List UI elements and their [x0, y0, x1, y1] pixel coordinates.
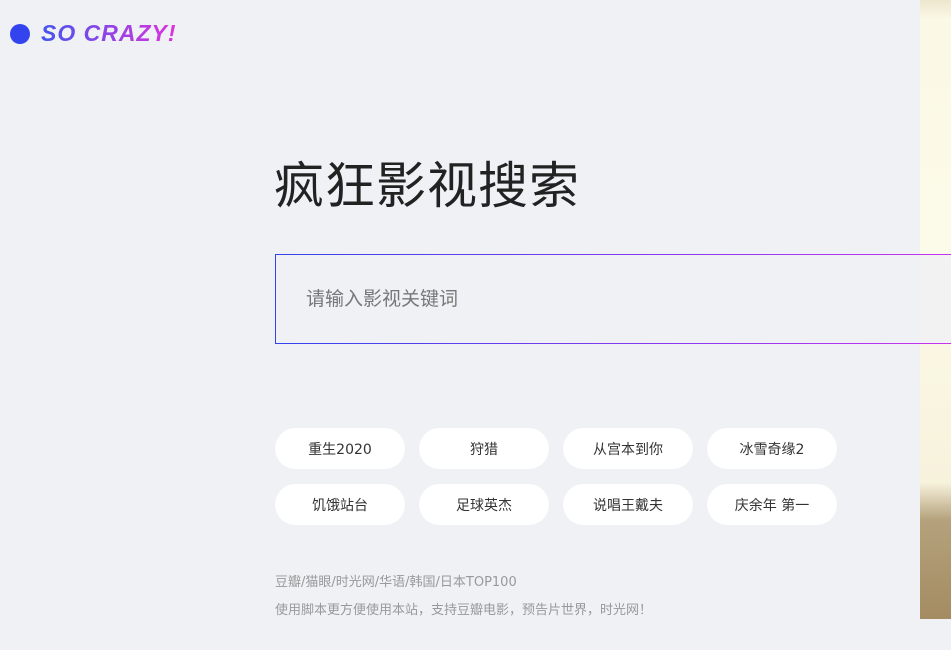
logo-text: SO CRAZY! [41, 20, 177, 46]
tag-button[interactable]: 从宫本到你 [563, 428, 693, 469]
tag-button[interactable]: 庆余年 第一 [707, 484, 837, 525]
tag-button[interactable]: 足球英杰 [419, 484, 549, 525]
sources-text: 豆瓣/猫眼/时光网/华语/韩国/日本TOP100 [275, 575, 517, 590]
hot-tags: 重生2020 狩猎 从宫本到你 冰雪奇缘2 饥饿站台 足球英杰 说唱王戴夫 庆余… [275, 428, 837, 525]
tag-button[interactable]: 重生2020 [275, 428, 405, 469]
note-text: 使用脚本更方便使用本站，支持豆瓣电影，预告片世界，时光网！ [275, 603, 653, 618]
search-box[interactable] [275, 254, 951, 344]
search-input[interactable] [276, 255, 951, 343]
tag-button[interactable]: 饥饿站台 [275, 484, 405, 525]
page-title: 疯狂影视搜索 [274, 157, 580, 215]
tag-button[interactable]: 狩猎 [419, 428, 549, 469]
tag-button[interactable]: 冰雪奇缘2 [707, 428, 837, 469]
logo-dot-icon [10, 23, 30, 44]
logo[interactable]: SO CRAZY! [10, 20, 177, 47]
tag-button[interactable]: 说唱王戴夫 [563, 484, 693, 525]
